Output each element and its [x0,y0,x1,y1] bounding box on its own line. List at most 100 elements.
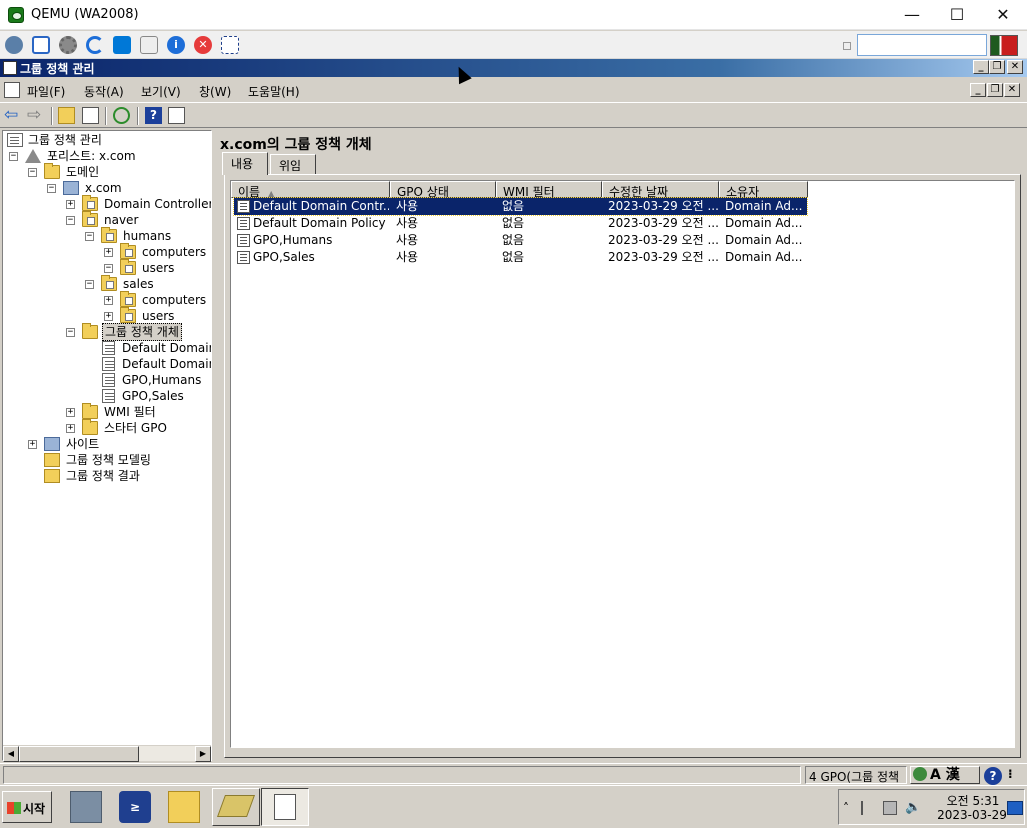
menu-window[interactable]: 창(W) [199,83,231,100]
ime-language-bar[interactable]: A 漢 [910,766,980,784]
refresh-icon[interactable] [86,36,104,54]
collapse-toggle[interactable]: − [66,328,75,337]
explorer-icon[interactable] [168,791,200,823]
taskbar-app-ad[interactable] [212,788,260,826]
result-pane: x.com의 그룹 정책 개체 내용 위임 이름 ▲ GPO 상태 WMI 필터 … [216,130,1025,761]
stop-icon[interactable]: ✕ [194,36,212,54]
help-icon[interactable]: ? [145,107,162,124]
collapse-toggle[interactable]: − [9,152,18,161]
windows-icon[interactable] [113,36,131,54]
collapse-toggle[interactable]: − [104,264,113,273]
server-manager-icon[interactable] [70,791,102,823]
child-minimize-button[interactable]: _ [970,83,986,97]
sort-ascending-icon: ▲ [268,189,275,198]
scroll-thumb[interactable] [19,746,139,762]
gpo-icon [102,341,115,355]
collapse-toggle[interactable]: − [28,168,37,177]
clock-date[interactable]: 2023-03-29 [935,808,1009,822]
starter-gpo-folder-icon [82,419,98,435]
expand-toggle[interactable]: + [104,312,113,321]
ime-mode: A 漢 [930,767,960,783]
gpmc-icon [274,794,296,820]
properties-icon[interactable] [168,107,185,124]
gpo-icon [237,234,250,247]
toolbar-separator [51,107,53,125]
collapse-toggle[interactable]: − [85,232,94,241]
screenshot-icon[interactable] [221,36,239,54]
fullscreen-icon[interactable] [32,36,50,54]
ou-folder-icon [101,227,117,243]
table-row[interactable]: GPO,Sales 사용 없음 2023-03-29 오전 ... Domain… [234,249,807,266]
column-header-name[interactable]: 이름 ▲ [231,181,390,198]
expand-toggle[interactable]: + [28,440,37,449]
mmc-close-button[interactable]: ✕ [1007,60,1023,74]
info-icon[interactable]: i [167,36,185,54]
scroll-right-button[interactable]: ▶ [195,746,211,762]
tab-contents[interactable]: 내용 [222,152,268,175]
modeling-icon [44,453,60,467]
gpo-list[interactable]: 이름 ▲ GPO 상태 WMI 필터 수정한 날짜 소유자 Default Dom… [230,180,1015,748]
table-row[interactable]: GPO,Humans 사용 없음 2023-03-29 오전 ... Domai… [234,232,807,249]
search-checkbox[interactable] [843,42,851,50]
collapse-toggle[interactable]: − [85,280,94,289]
show-hide-tree-icon[interactable] [82,107,99,124]
maximize-button[interactable]: ☐ [934,0,980,30]
child-close-button[interactable]: ✕ [1004,83,1020,97]
start-button[interactable]: 시작 [2,791,52,823]
console-tree[interactable]: 그룹 정책 관리 − 포리스트: x.com − 도메인 − x.com + D… [2,130,212,761]
minimize-button[interactable]: — [889,0,935,30]
domains-folder-icon [44,163,60,179]
powershell-icon[interactable]: ≥ [119,791,151,823]
table-row[interactable]: Default Domain Contr... 사용 없음 2023-03-29… [233,197,808,216]
language-bar-options-icon[interactable]: ⁝ [1008,767,1013,781]
column-header-wmi-filter[interactable]: WMI 필터 [496,181,602,198]
settings-icon[interactable] [59,36,77,54]
tree-horizontal-scrollbar[interactable]: ◀ ▶ [3,745,211,762]
column-header-gpo-status[interactable]: GPO 상태 [390,181,496,198]
mmc-titlebar: 그룹 정책 관리 _ ❐ ✕ [0,59,1027,77]
refresh-icon[interactable] [113,107,130,124]
column-header-owner[interactable]: 소유자 [719,181,808,198]
tab-delegation[interactable]: 위임 [270,154,316,174]
expand-toggle[interactable]: + [66,408,75,417]
keyboard-layout-flag-icon[interactable] [990,35,1018,56]
menu-action[interactable]: 동작(A) [84,83,124,100]
document-menu-icon[interactable] [4,82,20,98]
mmc-window-title: 그룹 정책 관리 [20,62,95,76]
network-tray-icon[interactable] [883,801,897,815]
menu-help[interactable]: 도움말(H) [248,83,300,100]
column-header-modified[interactable]: 수정한 날짜 [602,181,719,198]
ime-help-icon[interactable]: ? [984,767,1002,785]
ou-folder-icon [120,259,136,275]
ou-folder-icon [120,307,136,323]
menu-view[interactable]: 보기(V) [141,83,181,100]
taskbar-app-gpmc[interactable] [261,788,309,826]
mmc-minimize-button[interactable]: _ [973,60,989,74]
flag-icon[interactable] [861,801,875,815]
expand-toggle[interactable]: + [66,200,75,209]
show-desktop-icon[interactable] [1007,801,1023,815]
forward-icon[interactable]: ⇨ [27,107,44,124]
close-button[interactable]: ✕ [980,0,1026,30]
ou-folder-icon [101,275,117,291]
gpo-icon [102,373,115,387]
collapse-toggle[interactable]: − [66,216,75,225]
expand-toggle[interactable]: + [104,296,113,305]
scroll-left-button[interactable]: ◀ [3,746,19,762]
expand-toggle[interactable]: + [66,424,75,433]
volume-muted-icon[interactable]: 🔈 [905,801,921,815]
ou-folder-icon [82,195,98,211]
expand-toggle[interactable]: + [104,248,113,257]
collapse-toggle[interactable]: − [47,184,56,193]
show-hidden-icons-icon[interactable]: ˄ [843,801,857,815]
back-icon[interactable]: ⇦ [4,107,21,124]
menu-file[interactable]: 파일(F) [27,83,65,100]
drive-icon[interactable] [140,36,158,54]
mmc-restore-button[interactable]: ❐ [989,60,1005,74]
clock-time[interactable]: 오전 5:31 [943,792,1003,809]
table-row[interactable]: Default Domain Policy 사용 없음 2023-03-29 오… [234,215,807,232]
up-folder-icon[interactable] [58,107,75,124]
child-restore-button[interactable]: ❐ [987,83,1003,97]
network-icon[interactable] [5,36,23,54]
host-search-input[interactable] [857,34,987,56]
